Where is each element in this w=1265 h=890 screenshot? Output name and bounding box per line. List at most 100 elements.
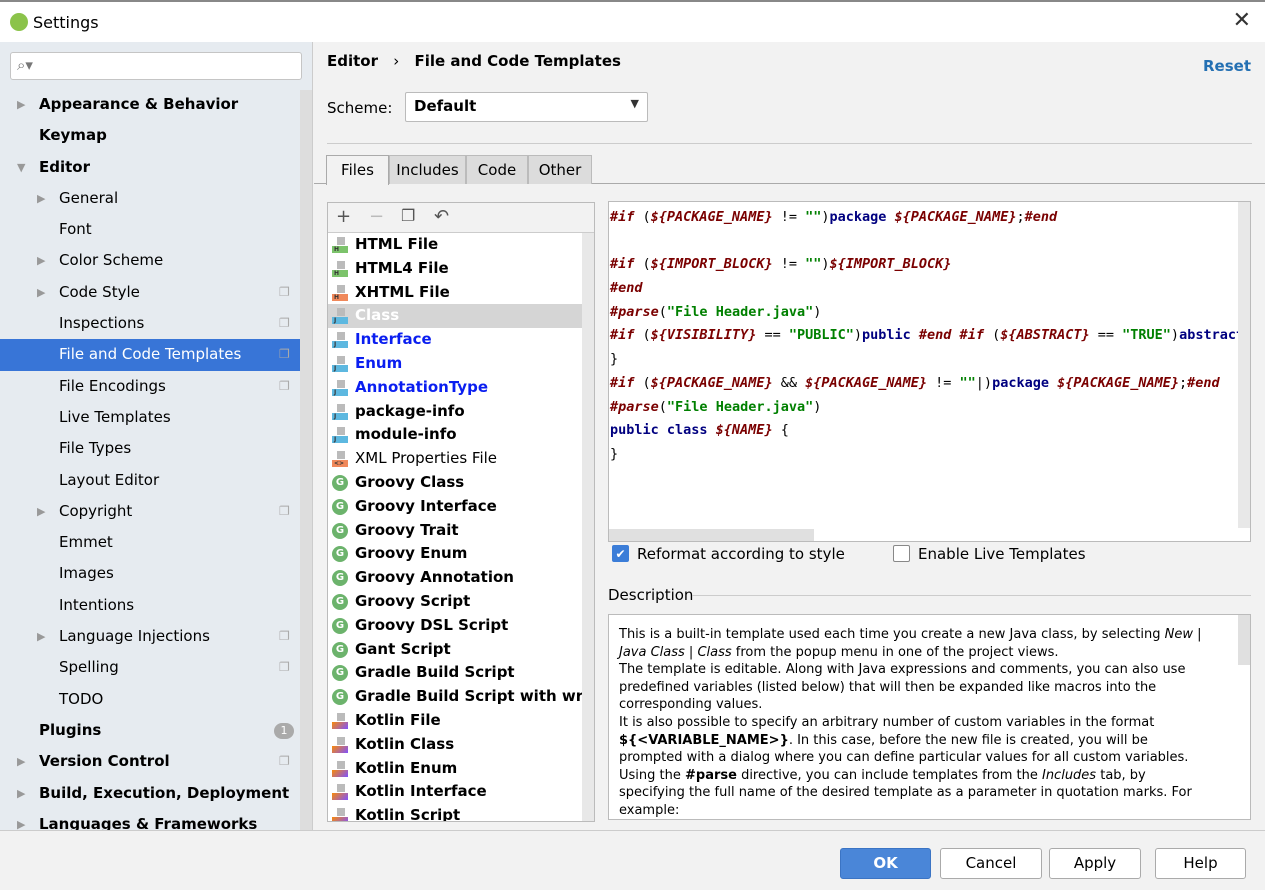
template-list-item[interactable]: Kotlin Interface [328,780,594,804]
tab-includes[interactable]: Includes [389,155,466,184]
copy-icon[interactable]: ❐ [401,206,415,225]
template-list-item[interactable]: Kotlin File [328,709,594,733]
sidebar-item-general[interactable]: ▶ General [0,183,300,214]
sidebar-item-emmet[interactable]: Emmet [0,527,300,558]
tab-code[interactable]: Code [466,155,528,184]
kotlin-file-icon [332,736,348,753]
editor-vertical-scrollbar[interactable] [1238,202,1250,528]
sidebar-item-code-style[interactable]: ▶ Code Style ❐ [0,277,300,308]
sidebar-item-version-control[interactable]: ▶ Version Control ❐ [0,746,300,777]
undo-icon[interactable]: ↶ [434,206,449,227]
template-list-item[interactable]: J Class [328,304,594,329]
collapsed-arrow-icon[interactable]: ▶ [17,746,25,777]
sidebar-item-spelling[interactable]: Spelling ❐ [0,652,300,683]
sidebar-item-inspections[interactable]: Inspections ❐ [0,308,300,339]
sidebar-item-todo[interactable]: TODO [0,684,300,715]
code-line[interactable]: #if (${PACKAGE_NAME} && ${PACKAGE_NAME} … [610,372,1250,396]
sidebar-item-file-and-code-templates[interactable]: File and Code Templates ❐ [0,339,300,371]
collapsed-arrow-icon[interactable]: ▶ [17,89,25,120]
template-list-item[interactable]: G Groovy Trait [328,519,594,543]
template-list-item[interactable]: Jpackage-info [328,400,594,424]
search-input[interactable]: ⌕▾ [10,52,302,80]
template-list-item[interactable]: J Interface [328,328,594,352]
checkmark-icon: ✔ [612,545,629,562]
template-list-item[interactable]: J AnnotationType [328,376,594,400]
template-list-item[interactable]: Kotlin Class [328,733,594,757]
code-line[interactable]: public class ${NAME} { [610,419,1250,443]
cancel-button[interactable]: Cancel [940,848,1042,879]
collapsed-arrow-icon[interactable]: ▶ [17,809,25,830]
sidebar-item-live-templates[interactable]: Live Templates [0,402,300,433]
reset-link[interactable]: Reset [1203,57,1251,75]
template-list-item[interactable]: G Groovy Script [328,590,594,614]
sidebar-item-languages-frameworks[interactable]: ▶ Languages & Frameworks [0,809,300,830]
code-token: "" [805,209,822,225]
template-list-item[interactable]: <> XML Properties File [328,447,594,471]
code-line[interactable]: #if (${PACKAGE_NAME} != "")package ${PAC… [610,206,1250,230]
collapsed-arrow-icon[interactable]: ▶ [17,778,25,809]
template-list-item[interactable]: Kotlin Script [328,804,594,821]
sidebar-item-plugins[interactable]: Plugins 1 [0,715,300,746]
code-token: #parse [610,303,659,320]
template-list-item[interactable]: J Enum [328,352,594,376]
template-list-item[interactable]: G Gradle Build Script [328,661,594,685]
sidebar-item-copyright[interactable]: ▶ Copyright ❐ [0,496,300,527]
sidebar-scrollbar[interactable] [300,90,312,830]
code-line[interactable]: } [610,443,1250,467]
collapsed-arrow-icon[interactable]: ▶ [37,245,45,276]
template-list-item[interactable]: Jmodule-info [328,423,594,447]
template-list-scrollbar[interactable] [582,233,594,821]
sidebar-item-font[interactable]: Font [0,214,300,245]
expanded-arrow-icon[interactable]: ▼ [17,152,25,183]
sidebar-item-language-injections[interactable]: ▶ Language Injections ❐ [0,621,300,652]
code-line[interactable]: #if (${VISIBILITY} == "PUBLIC")public #e… [610,324,1250,348]
sidebar-item-color-scheme[interactable]: ▶ Color Scheme [0,245,300,276]
template-list-item[interactable]: G Groovy Class [328,471,594,495]
sidebar-item-label: Languages & Frameworks [39,814,258,830]
apply-button[interactable]: Apply [1049,848,1141,879]
collapsed-arrow-icon[interactable]: ▶ [37,277,45,308]
code-line[interactable]: } [610,348,1250,372]
scheme-dropdown[interactable]: Default ▼ [405,92,648,122]
sidebar-item-file-encodings[interactable]: File Encodings ❐ [0,371,300,402]
code-line[interactable]: #if (${IMPORT_BLOCK} != "")${IMPORT_BLOC… [610,253,1250,277]
code-line[interactable]: #parse("File Header.java") [610,396,1250,420]
code-line[interactable]: #end [610,277,1250,301]
chevron-down-icon: ▼ [630,97,639,110]
close-icon[interactable]: ✕ [1233,8,1251,33]
template-list-item[interactable]: G Groovy Interface [328,495,594,519]
template-list-item[interactable]: H HTML4 File [328,257,594,281]
template-list-item[interactable]: Kotlin Enum [328,757,594,781]
description-scrollbar[interactable] [1238,615,1250,665]
tab-other[interactable]: Other [528,155,592,184]
template-list-item[interactable]: G Groovy Annotation [328,566,594,590]
collapsed-arrow-icon[interactable]: ▶ [37,496,45,527]
code-line[interactable] [610,230,1250,254]
code-content[interactable]: #if (${PACKAGE_NAME} != "")package ${PAC… [609,202,1250,467]
code-line[interactable]: #parse("File Header.java") [610,301,1250,325]
breadcrumb-editor[interactable]: Editor [327,52,378,70]
template-list-item[interactable]: G Groovy Enum [328,542,594,566]
sidebar-item-layout-editor[interactable]: Layout Editor [0,465,300,496]
sidebar-item-keymap[interactable]: Keymap [0,120,300,151]
template-code-editor[interactable]: #if (${PACKAGE_NAME} != "")package ${PAC… [608,201,1251,542]
template-list-item[interactable]: G Groovy DSL Script [328,614,594,638]
sidebar-item-build-execution-deployment[interactable]: ▶ Build, Execution, Deployment [0,778,300,809]
help-button[interactable]: Help [1155,848,1246,879]
tab-files[interactable]: Files [326,155,389,185]
template-list-item[interactable]: G Gradle Build Script with wrapper [328,685,594,709]
template-list-item[interactable]: H HTML File [328,233,594,257]
sidebar-item-intentions[interactable]: Intentions [0,590,300,621]
remove-template-button[interactable]: − [369,206,384,227]
editor-horizontal-scrollbar[interactable] [609,529,814,541]
sidebar-item-images[interactable]: Images [0,558,300,589]
collapsed-arrow-icon[interactable]: ▶ [37,621,45,652]
sidebar-item-file-types[interactable]: File Types [0,433,300,464]
template-list-item[interactable]: H XHTML File [328,281,594,305]
sidebar-item-appearance-behavior[interactable]: ▶ Appearance & Behavior [0,89,300,120]
template-list-item[interactable]: G Gant Script [328,638,594,662]
sidebar-item-editor[interactable]: ▼ Editor [0,152,300,183]
collapsed-arrow-icon[interactable]: ▶ [37,183,45,214]
ok-button[interactable]: OK [840,848,931,879]
add-template-button[interactable]: + [336,206,351,227]
